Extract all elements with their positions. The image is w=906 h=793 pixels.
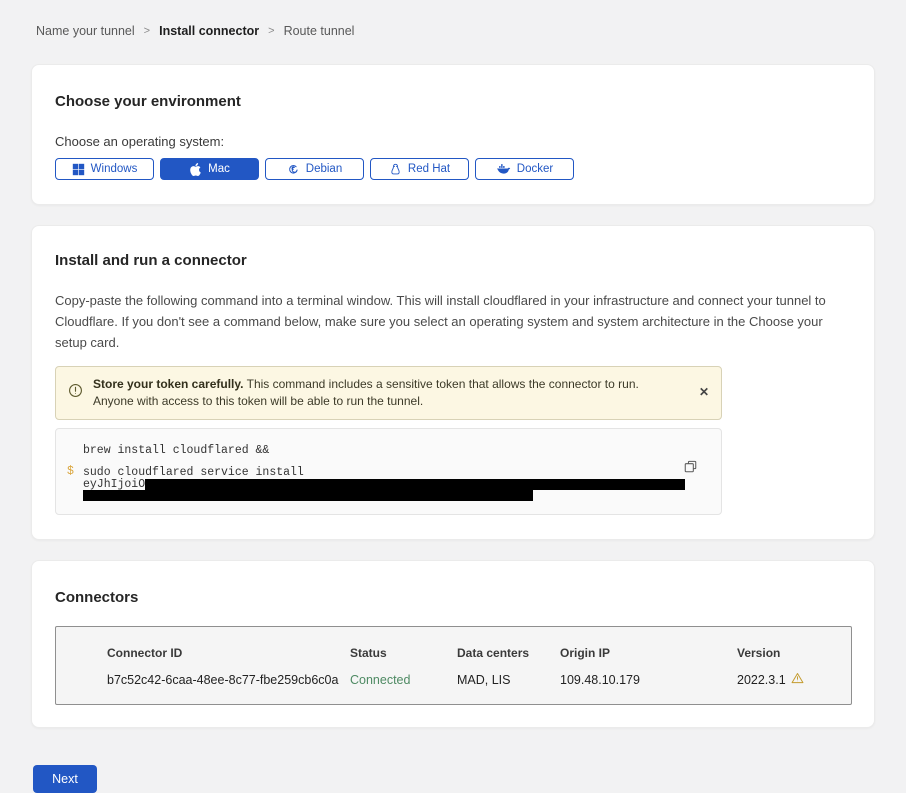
windows-icon	[72, 163, 85, 176]
token-warning-banner: Store your token carefully. This command…	[55, 366, 722, 420]
redaction-bar	[145, 479, 685, 490]
terminal-prompt: $	[67, 465, 74, 478]
os-button-redhat[interactable]: Red Hat	[370, 158, 469, 180]
breadcrumb-separator: >	[144, 25, 150, 37]
cell-version: 2022.3.1	[737, 672, 851, 687]
os-button-label: Windows	[91, 163, 138, 175]
install-connector-card: Install and run a connector Copy-paste t…	[31, 225, 875, 540]
os-select-label: Choose an operating system:	[55, 134, 851, 149]
os-button-label: Mac	[208, 163, 230, 175]
os-button-label: Debian	[306, 163, 342, 175]
os-button-mac[interactable]: Mac	[160, 158, 259, 180]
docker-icon	[496, 163, 511, 175]
install-card-description: Copy-paste the following command into a …	[55, 290, 851, 353]
table-header-row: Connector ID Status Data centers Origin …	[107, 646, 851, 660]
cell-connector-id: b7c52c42-6caa-48ee-8c77-fbe259cb6c0a	[107, 673, 350, 687]
next-button[interactable]: Next	[33, 765, 97, 793]
os-button-label: Red Hat	[408, 163, 450, 175]
column-header-data-centers: Data centers	[457, 646, 560, 660]
terminal-command-line-1: brew install cloudflared &&	[83, 444, 681, 457]
environment-card-title: Choose your environment	[55, 93, 851, 110]
breadcrumb-step-install-connector[interactable]: Install connector	[159, 24, 259, 38]
terminal-command-block: $ brew install cloudflared && sudo cloud…	[55, 428, 722, 515]
os-button-label: Docker	[517, 163, 553, 175]
choose-environment-card: Choose your environment Choose an operat…	[31, 64, 875, 205]
connectors-card: Connectors Connector ID Status Data cent…	[31, 560, 875, 728]
close-icon[interactable]: ✕	[699, 385, 709, 399]
status-badge: Connected	[350, 673, 457, 687]
cell-origin-ip: 109.48.10.179	[560, 673, 737, 687]
column-header-connector-id: Connector ID	[107, 646, 350, 660]
os-button-docker[interactable]: Docker	[475, 158, 574, 180]
breadcrumb-separator: >	[268, 25, 274, 37]
token-warning-title: Store your token carefully.	[93, 377, 244, 391]
breadcrumb: Name your tunnel > Install connector > R…	[0, 0, 906, 38]
install-card-title: Install and run a connector	[55, 252, 851, 269]
cell-data-centers: MAD, LIS	[457, 673, 560, 687]
copy-icon[interactable]	[681, 459, 699, 477]
os-button-group: Windows Mac Debian Red Hat Docker	[55, 158, 851, 180]
os-button-debian[interactable]: Debian	[265, 158, 364, 180]
redhat-icon	[389, 163, 402, 176]
terminal-token-line: eyJhIjoiO	[83, 479, 681, 490]
column-header-origin-ip: Origin IP	[560, 646, 737, 660]
debian-icon	[287, 163, 300, 176]
column-header-version: Version	[737, 646, 851, 660]
os-button-windows[interactable]: Windows	[55, 158, 154, 180]
version-value: 2022.3.1	[737, 673, 786, 687]
apple-icon	[189, 163, 202, 176]
token-prefix: eyJhIjoiO	[83, 478, 145, 491]
warning-triangle-icon	[791, 672, 804, 687]
connectors-table: Connector ID Status Data centers Origin …	[55, 626, 852, 705]
table-row: b7c52c42-6caa-48ee-8c77-fbe259cb6c0a Con…	[107, 672, 851, 687]
column-header-status: Status	[350, 646, 457, 660]
connectors-card-title: Connectors	[55, 589, 852, 606]
breadcrumb-step-route-tunnel[interactable]: Route tunnel	[284, 24, 355, 38]
breadcrumb-step-name-tunnel[interactable]: Name your tunnel	[36, 24, 135, 38]
terminal-command-line-2: sudo cloudflared service install	[83, 467, 681, 478]
alert-circle-icon	[68, 383, 83, 403]
redaction-bar	[83, 490, 533, 501]
token-warning-text: Store your token carefully. This command…	[83, 376, 699, 410]
